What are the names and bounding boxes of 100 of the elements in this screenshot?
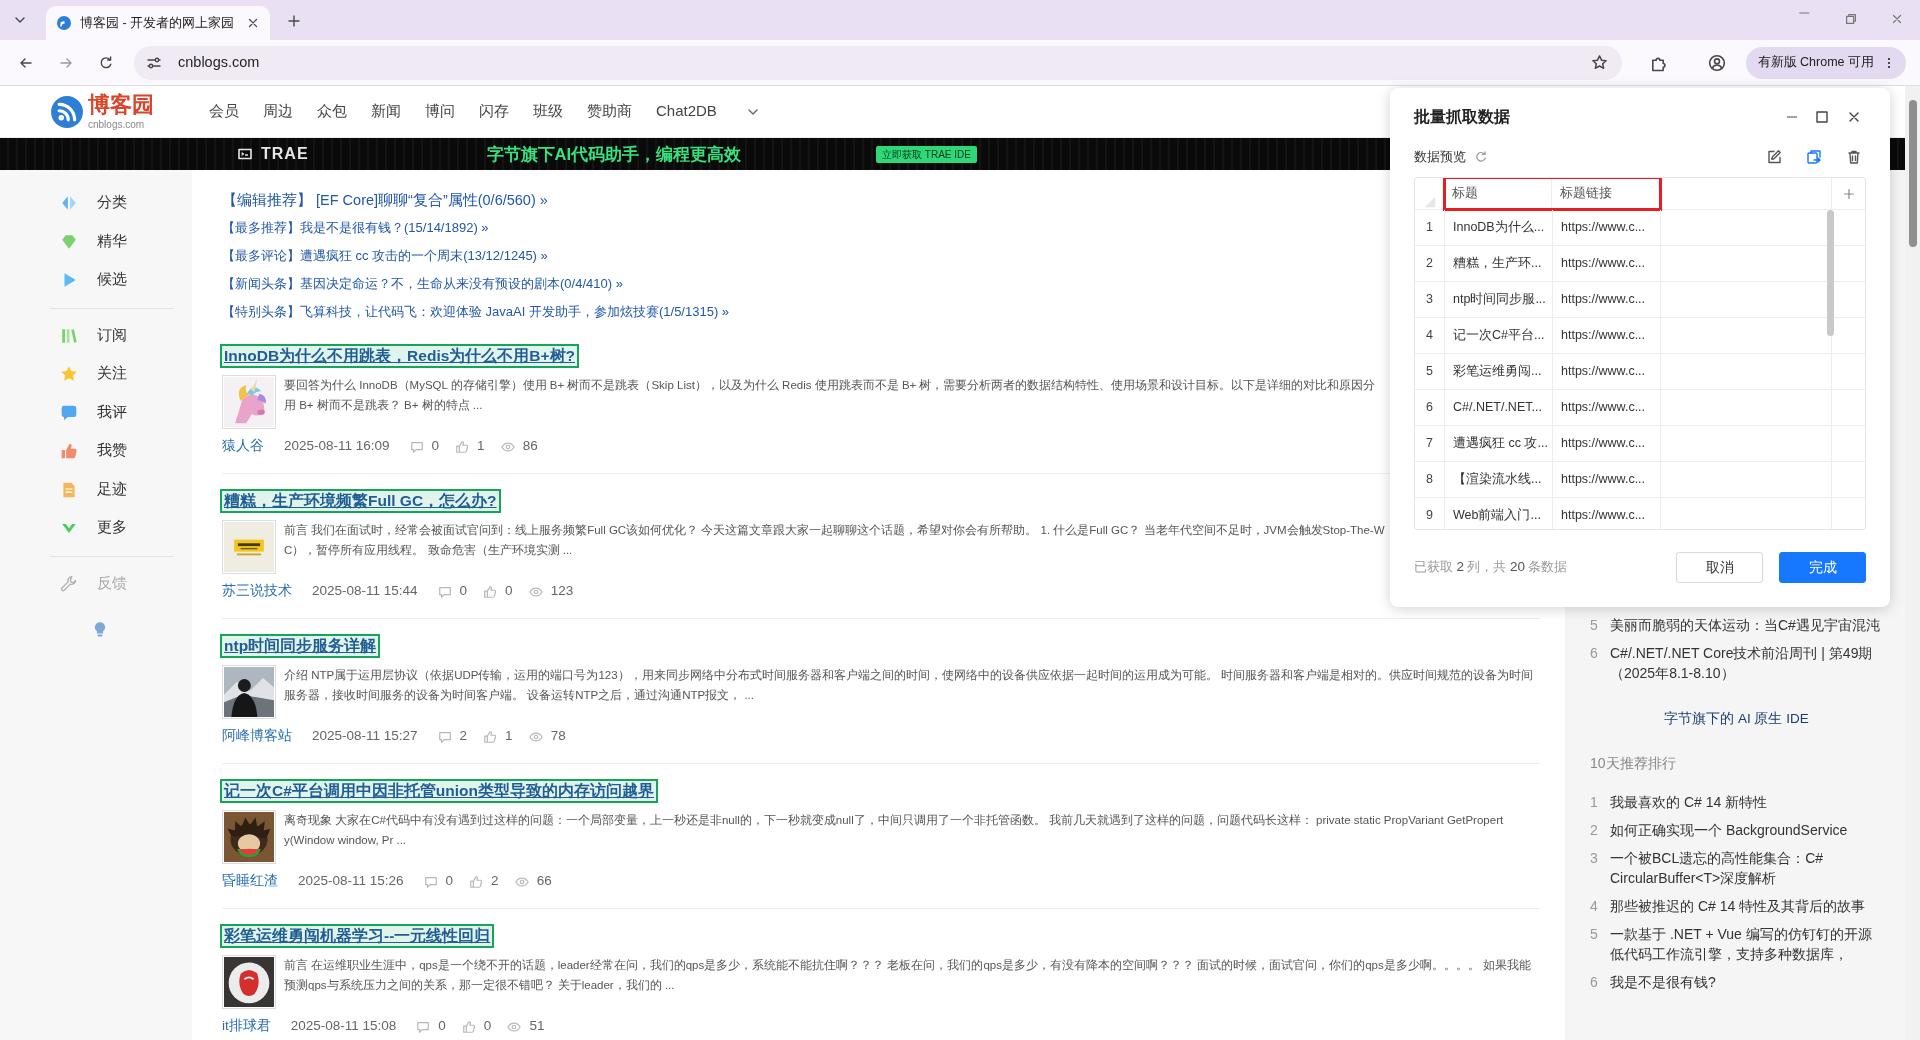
sidebar-item[interactable]: 订阅 (0, 316, 192, 355)
rank-number: 6 (1590, 644, 1598, 663)
thumbs-up-icon (455, 439, 470, 454)
table-scrollbar[interactable] (1827, 210, 1834, 336)
article-link[interactable]: 我是不是很有钱? (1610, 972, 1716, 993)
done-button[interactable]: 完成 (1779, 552, 1866, 583)
rank-number: 5 (1590, 616, 1598, 635)
post-summary-line: 介绍 NTP属于运用层协议（依据UDP传输，运用的端口号为123），用来同步网络中分布式时间服务器和客户端之间的时间，使网络中的设备供应依据一起时间的运用成为可能。 时间服务器和客户端是相对的。供应时间规范的设备为时间 (284, 667, 1533, 683)
sidebar-item[interactable]: 分类 (0, 184, 192, 223)
post-title-link[interactable]: ntp时间同步服务详解 (222, 636, 379, 656)
banner-cta-button[interactable]: 立即获取 TRAE IDE (876, 145, 977, 163)
author-link[interactable]: 猿人谷 (222, 436, 264, 457)
like-count: 1 (477, 437, 485, 456)
post-summary-line: y(Window window, Pr ... (284, 832, 407, 848)
address-bar[interactable]: cnblogs.com (134, 45, 1622, 80)
author-link[interactable]: it排球君 (222, 1016, 271, 1037)
sidebar-item[interactable]: 关注 (0, 355, 192, 394)
nav-link[interactable]: 周边 (263, 100, 293, 123)
table-cell: https://www.c... (1553, 318, 1661, 353)
copy-export-icon (1806, 149, 1822, 165)
row-number: 6 (1415, 390, 1445, 425)
nav-link[interactable]: 新闻 (371, 100, 401, 123)
sidebar-item[interactable]: 精华 (0, 222, 192, 261)
bookmark-star-icon[interactable] (1590, 54, 1608, 71)
like-count: 2 (491, 872, 499, 891)
column-header[interactable]: 标题 (1444, 178, 1552, 210)
sidebar-item[interactable]: 更多 (0, 509, 192, 548)
maximize-icon (1814, 109, 1830, 125)
rank-number: 5 (1590, 925, 1598, 945)
post-summary-line: 前言 我们在面试时，经常会被面试官问到：线上服务频繁Full GC该如何优化？ 今天这篇文章跟大家一起聊聊这个话题，希望对你会有所帮助。 1. 什么是Full GC？ 当老年代空间不足时，JVM会触发Stop-The-W (284, 522, 1385, 538)
sidebar-item[interactable]: 我赞 (0, 432, 192, 471)
article-link[interactable]: 美丽而脆弱的天体运动：当C#遇见宇宙混沌 (1610, 615, 1880, 635)
eye-icon (514, 874, 529, 889)
table-cell: https://www.c... (1553, 210, 1661, 245)
tab-title: 博客园 - 开发者的网上家园 (80, 14, 235, 32)
cancel-button[interactable]: 取消 (1676, 552, 1763, 583)
author-link[interactable]: 昏睡红渣 (222, 871, 278, 892)
article-link[interactable]: 如何正确实现一个 BackgroundService (1610, 820, 1848, 841)
table-cell: InnoDB为什么... (1445, 210, 1553, 245)
row-number: 1 (1415, 210, 1445, 245)
document-icon (60, 480, 78, 499)
promo-link[interactable]: 字节旗下的 AI 原生 IDE (1590, 709, 1883, 730)
view-count: 123 (550, 582, 574, 601)
table-cell: 糟糕，生产环... (1445, 246, 1553, 281)
section-title: 10天推荐排行 (1590, 754, 1677, 774)
article-link[interactable]: 那些被推迟的 C# 14 特性及其背后的故事 (1610, 896, 1866, 917)
thumbs-up-icon (469, 874, 484, 889)
table-cell: 记一次C#平台... (1445, 318, 1553, 353)
nav-link[interactable]: 众包 (317, 100, 347, 123)
update-chrome-button[interactable]: 有新版 Chrome 可用 (1745, 46, 1906, 79)
browser-tab[interactable]: 博客园 - 开发者的网上家园 (46, 6, 270, 40)
star-icon (60, 365, 78, 384)
thumbs-up-icon (60, 442, 78, 461)
comment-count: 2 (459, 727, 468, 746)
post-title-link[interactable]: InnoDB为什么不用跳表，Redis为什么不用B+树? (222, 346, 578, 366)
post-summary-line: 预测qps与系统压力之间的关系，那一定很不错吧？ 关于leader，我们的 ... (284, 977, 675, 993)
sidebar-item[interactable]: 足迹 (0, 470, 192, 509)
article-link[interactable]: 我最喜欢的 C# 14 新特性 (1610, 792, 1768, 813)
article-link[interactable]: C#/.NET/.NET Core技术前沿周刊 | 第49期（2025年8.1-8.10） (1610, 643, 1883, 683)
sidebar-item[interactable]: 候选 (0, 261, 192, 300)
comment-icon (437, 729, 452, 744)
row-number: 8 (1415, 462, 1445, 497)
books-icon (60, 326, 78, 345)
post-date: 2025-08-11 16:09 (284, 437, 390, 456)
post-date: 2025-08-11 15:44 (312, 582, 418, 601)
comment-icon (416, 1019, 431, 1034)
rank-number: 4 (1590, 897, 1598, 917)
url-text: cnblogs.com (178, 52, 261, 72)
column-header[interactable]: 标题链接 (1552, 178, 1660, 210)
nav-link[interactable]: 闪存 (479, 100, 509, 123)
post-title-link[interactable]: 记一次C#平台调用中因非托管union类型导致的内存访问越界 (222, 781, 656, 801)
nav-link[interactable]: 赞助商 (587, 100, 632, 123)
rank-number: 1 (1590, 793, 1598, 813)
article-link[interactable]: 一个被BCL遗忘的高性能集合：C# CircularBuffer<T>深度解析 (1610, 848, 1883, 889)
author-link[interactable]: 阿峰博客站 (222, 726, 292, 747)
close-icon (1890, 12, 1904, 26)
author-link[interactable]: 苏三说技术 (222, 581, 292, 602)
table-cell: https://www.c... (1553, 426, 1661, 461)
like-count: 1 (505, 727, 513, 746)
row-number: 7 (1415, 426, 1445, 461)
comment-icon (437, 584, 452, 599)
post-title-link[interactable]: 彩笔运维勇闯机器学习--一元线性回归 (222, 926, 493, 946)
page-scrollbar[interactable] (1905, 86, 1920, 1040)
post-summary-line: 服务器，接收时间服务的设备为时间客户端。 设备运转NTP之后，通过沟通NTP报文， ... (284, 687, 754, 703)
post-date: 2025-08-11 15:08 (290, 1017, 397, 1036)
preview-label: 数据预览 (1414, 148, 1466, 167)
table-cell: ntp时间同步服... (1445, 282, 1553, 317)
nav-link[interactable]: 班级 (533, 100, 563, 123)
post-title-link[interactable]: 糟糕，生产环境频繁Full GC，怎么办? (222, 491, 499, 511)
article-link[interactable]: 一款基于 .NET + Vue 编写的仿钉钉的开源低代码工作流引擎，支持多种数据库， (1610, 924, 1883, 965)
logo-title[interactable]: 博客园 (88, 93, 154, 116)
nav-link[interactable]: 博问 (425, 100, 455, 123)
profile-icon (1707, 53, 1726, 72)
comment-icon (409, 439, 424, 454)
nav-link[interactable]: 会员 (209, 100, 239, 123)
sidebar-item[interactable]: 我评 (0, 393, 192, 432)
nav-link[interactable]: Chat2DB (656, 100, 717, 123)
table-cell: 彩笔运维勇闯... (1445, 354, 1553, 389)
rank-number: 2 (1590, 821, 1598, 841)
rank-number: 3 (1590, 849, 1598, 869)
